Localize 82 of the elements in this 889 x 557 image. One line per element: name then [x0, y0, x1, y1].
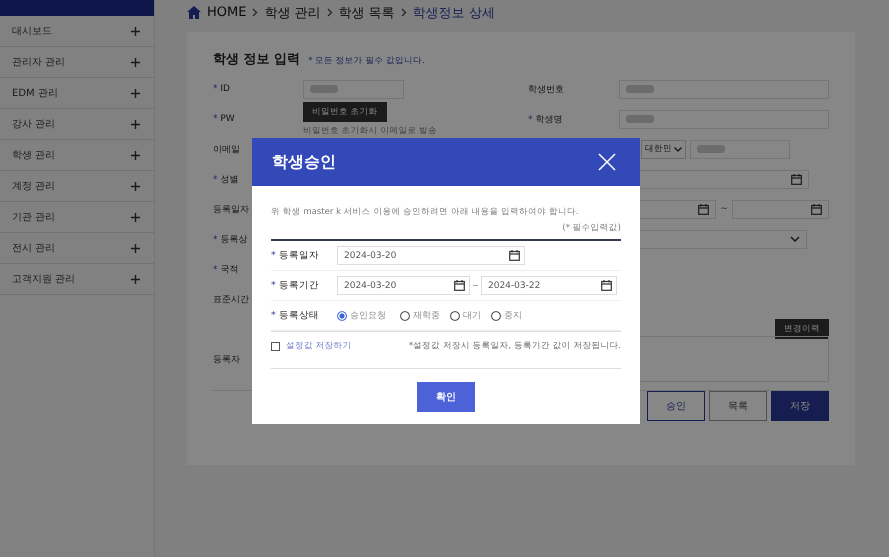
form-button[interactable]: 저장	[771, 391, 829, 421]
sidebar-item[interactable]: EDM 관리	[0, 78, 154, 109]
status-radio[interactable]: 재학중	[400, 309, 440, 322]
breadcrumb-link[interactable]: 학생 관리	[264, 4, 321, 22]
status-radio[interactable]: 대기	[450, 309, 481, 322]
field-label: 등록자	[213, 354, 240, 366]
phone-field[interactable]	[690, 140, 790, 158]
range-separator: ~	[720, 204, 728, 214]
field-label: * 등록기간	[271, 279, 320, 292]
breadcrumb-link[interactable]: HOME	[207, 5, 246, 20]
plus-icon	[131, 212, 140, 222]
calendar-icon	[509, 250, 520, 261]
date-field[interactable]: 2024-03-20	[337, 276, 470, 295]
status-radio[interactable]: 승인요청	[337, 309, 386, 322]
date-field[interactable]	[732, 200, 830, 218]
form-button[interactable]: 목록	[709, 391, 767, 421]
field-label: * 성별	[213, 174, 238, 186]
plus-icon	[131, 182, 140, 190]
redacted-value	[310, 85, 338, 93]
field-label: 학생번호	[528, 84, 564, 96]
plus-icon	[131, 244, 140, 252]
reset-password-button[interactable]: 비밀번호 초기화	[303, 102, 387, 122]
chevron-icon	[326, 8, 333, 17]
redacted-value	[697, 145, 725, 153]
plus-icon	[131, 120, 140, 128]
breadcrumb-link[interactable]: 학생정보 상세	[412, 4, 495, 22]
calendar-icon	[454, 280, 465, 291]
sidebar-item[interactable]: 대시보드	[0, 16, 154, 47]
sidebar-item[interactable]: 학생 관리	[0, 140, 154, 171]
redacted-value	[626, 115, 654, 123]
plus-icon	[131, 88, 140, 98]
calendar-icon	[601, 280, 612, 291]
date-field[interactable]: 2024-03-20	[337, 246, 525, 265]
field-label: * 등록상태	[271, 309, 320, 322]
save-note: *설정값 저장시 등록일자, 등록기간 값이 저장됩니다.	[408, 340, 621, 352]
sidebar-item[interactable]: 기관 관리	[0, 202, 154, 233]
calendar-icon	[698, 204, 710, 214]
field-label: 등록일자	[213, 204, 249, 216]
redacted-value	[626, 85, 654, 93]
student-name-field[interactable]	[619, 110, 829, 128]
id-field[interactable]	[303, 80, 404, 98]
field-label: * 등록상	[213, 234, 248, 246]
field-label: * 등록일자	[271, 249, 320, 262]
field-label: * ID	[213, 84, 230, 94]
form-button[interactable]: 승인	[647, 391, 705, 421]
field-label: * 학생명	[528, 114, 562, 126]
field-label: * PW	[213, 114, 235, 124]
close-icon[interactable]	[598, 153, 616, 171]
dialog-intro: 위 학생 master k 서비스 이용에 승인하려면 아래 내용을 입력하여야 합니다.	[271, 206, 580, 218]
range-separator: ~	[471, 281, 480, 290]
required-note: * 모든 정보가 필수 값입니다.	[308, 55, 425, 67]
country-select[interactable]: 대한민	[641, 140, 686, 158]
plus-icon	[131, 26, 140, 36]
field-label: 표준시간	[213, 294, 249, 306]
sidebar-item[interactable]: 강사 관리	[0, 109, 154, 140]
confirm-button[interactable]: 확인	[417, 382, 475, 412]
plus-icon	[131, 150, 140, 160]
sidebar-item[interactable]: 전시 관리	[0, 233, 154, 264]
field-label: * 국적	[213, 264, 238, 276]
sidebar-item[interactable]: 계정 관리	[0, 171, 154, 202]
save-settings-checkbox[interactable]: 설정값 저장하기	[271, 340, 352, 352]
plus-icon	[131, 58, 140, 66]
status-radio[interactable]: 중지	[491, 309, 522, 322]
home-icon	[187, 6, 201, 19]
date-field[interactable]: 2024-03-22	[481, 276, 617, 295]
change-history-button[interactable]: 변경이력	[775, 319, 829, 339]
calendar-icon	[791, 174, 802, 184]
dialog-title: 학생승인	[272, 152, 336, 172]
password-hint: 비밀번호 초기화시 이메일로 발송	[303, 124, 438, 136]
required-note: (* 필수입력값)	[562, 222, 621, 234]
chevron-down-icon	[790, 236, 800, 242]
plus-icon	[131, 274, 140, 284]
chevron-icon	[400, 8, 407, 17]
form-title: 학생 정보 입력	[213, 51, 300, 68]
sidebar-item[interactable]: 고객지원 관리	[0, 264, 154, 295]
chevron-down-icon	[674, 146, 682, 152]
calendar-icon	[811, 204, 822, 214]
breadcrumb-link[interactable]: 학생 목록	[338, 4, 395, 22]
chevron-icon	[252, 8, 258, 17]
student-number-field[interactable]	[619, 80, 829, 98]
field-label: 이메일	[213, 144, 240, 156]
sidebar-item[interactable]: 관리자 관리	[0, 47, 154, 78]
